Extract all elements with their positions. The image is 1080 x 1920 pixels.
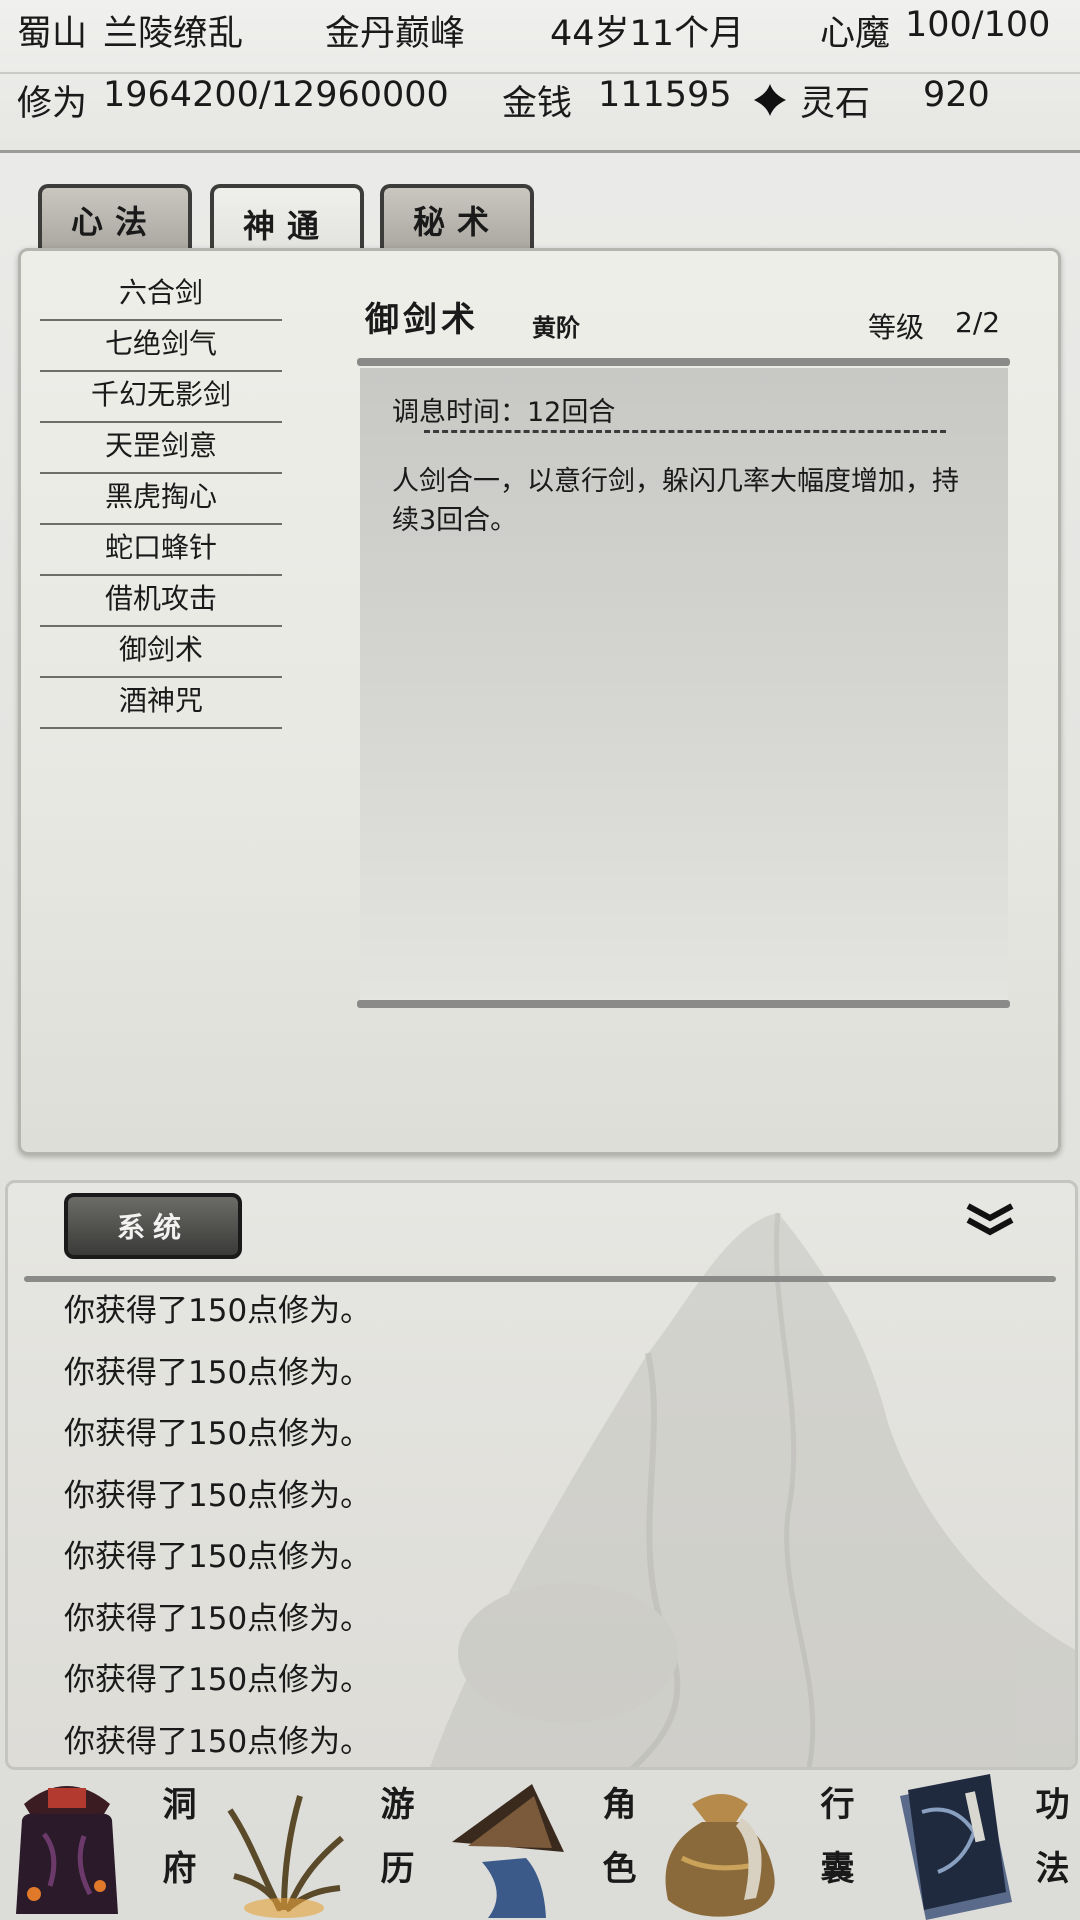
log-line: 你获得了150点修为。 (64, 1293, 372, 1329)
system-channel-button[interactable]: 系统 (64, 1193, 242, 1259)
detail-top-bar (357, 358, 1010, 366)
skill-item[interactable]: 天罡剑意 (40, 423, 282, 474)
skill-item[interactable]: 酒神咒 (40, 678, 282, 729)
status-row-1: 蜀山 兰陵缭乱 金丹巅峰 44岁11个月 心魔 100/100 (0, 5, 1080, 75)
cave-mansion-icon (16, 1786, 118, 1914)
nav-character[interactable]: 角色 (430, 1772, 650, 1920)
cooldown-text: 调息时间：12回合 (392, 397, 616, 428)
demon-label: 心魔 (820, 14, 891, 54)
nav-label: 洞府 (156, 1786, 196, 1914)
nav-label: 游历 (374, 1786, 414, 1914)
bag-icon (665, 1794, 775, 1917)
log-line: 你获得了150点修为。 (64, 1354, 372, 1391)
skill-label: 蛇口蜂针 (104, 531, 217, 564)
skill-item[interactable]: 黑虎掏心 (40, 474, 282, 525)
skill-item[interactable]: 千幻无影剑 (40, 372, 282, 423)
nav-label: 角色 (596, 1786, 636, 1914)
stone-label: 灵石 (800, 84, 871, 124)
skill-label: 七绝剑气 (104, 327, 217, 360)
log-line: 你获得了150点修为。 (64, 1477, 372, 1514)
header-divider (0, 72, 1080, 74)
collapse-icon[interactable] (960, 1200, 1020, 1240)
skill-item[interactable]: 七绝剑气 (40, 321, 282, 372)
status-header: 蜀山 兰陵缭乱 金丹巅峰 44岁11个月 心魔 100/100 修为 19642… (0, 0, 1080, 153)
skill-description: 人剑合一，以意行剑，躲闪几率大幅度增加，持续3回合。 (392, 466, 959, 536)
money-value: 111595 (598, 75, 732, 115)
log-line: 你获得了150点修为。 (64, 1416, 372, 1452)
tab-mishu[interactable]: 秘术 (380, 184, 534, 252)
skill-label: 天罡剑意 (104, 429, 217, 462)
age: 44岁11个月 (550, 14, 745, 54)
nav-cave-mansion[interactable]: 洞府 (0, 1772, 210, 1920)
skill-item[interactable]: 借机攻击 (40, 576, 282, 627)
cultivation-value: 1964200/12960000 (103, 75, 449, 115)
cultivation-label: 修为 (17, 84, 88, 124)
skill-item-selected[interactable]: 御剑术 (40, 627, 284, 678)
nav-label: 功法 (1029, 1786, 1069, 1914)
skill-label: 千幻无影剑 (90, 378, 231, 411)
skill-label: 借机攻击 (104, 582, 217, 615)
nav-label: 行囊 (814, 1786, 854, 1914)
log-lines: 你获得了150点修为。 你获得了150点修为。 你获得了150点修为。 你获得了… (64, 1282, 371, 1774)
nav-bag[interactable]: 行囊 (650, 1772, 870, 1920)
dashed-divider (424, 430, 946, 433)
realm: 金丹巅峰 (325, 14, 466, 54)
log-line: 你获得了150点修为。 (64, 1723, 372, 1760)
travel-grass-icon (227, 1795, 344, 1918)
skill-label: 御剑术 (118, 633, 203, 666)
sect-name: 蜀山 (17, 14, 88, 54)
nav-manual[interactable]: 功法 (870, 1772, 1080, 1920)
spirit-stone-icon (752, 79, 788, 119)
demon-value: 100/100 (905, 5, 1051, 45)
skill-item[interactable]: 六合剑 (40, 270, 282, 321)
manual-book-icon (900, 1774, 1012, 1920)
skill-label: 六合剑 (118, 276, 203, 309)
skill-label: 黑虎掏心 (104, 480, 217, 513)
detail-bottom-bar (357, 1000, 1010, 1008)
level-label: 等级 (868, 311, 925, 344)
level-value: 2/2 (955, 306, 1001, 339)
log-line: 你获得了150点修为。 (64, 1539, 372, 1575)
character-hat-icon (452, 1784, 564, 1918)
money-label: 金钱 (502, 84, 573, 124)
bottom-nav: 洞府 游历 角色 行囊 功法 (0, 1772, 1080, 1920)
status-row-2: 修为 1964200/12960000 金钱 111595 灵石 920 (0, 75, 1080, 145)
skill-list: 六合剑 七绝剑气 千幻无影剑 天罡剑意 黑虎掏心 蛇口蜂针 借机攻击 御剑术 酒… (40, 270, 284, 729)
skill-title: 御剑术 (365, 300, 479, 340)
nav-travel[interactable]: 游历 (210, 1772, 430, 1920)
log-line: 你获得了150点修为。 (64, 1600, 372, 1637)
skill-grade: 黄阶 (532, 313, 580, 342)
stone-value: 920 (923, 75, 990, 115)
tab-xinfa[interactable]: 心法 (38, 184, 192, 252)
skill-label: 酒神咒 (118, 684, 203, 717)
skill-item[interactable]: 蛇口蜂针 (40, 525, 282, 576)
log-line: 你获得了150点修为。 (64, 1662, 372, 1698)
player-name: 兰陵缭乱 (103, 14, 244, 54)
